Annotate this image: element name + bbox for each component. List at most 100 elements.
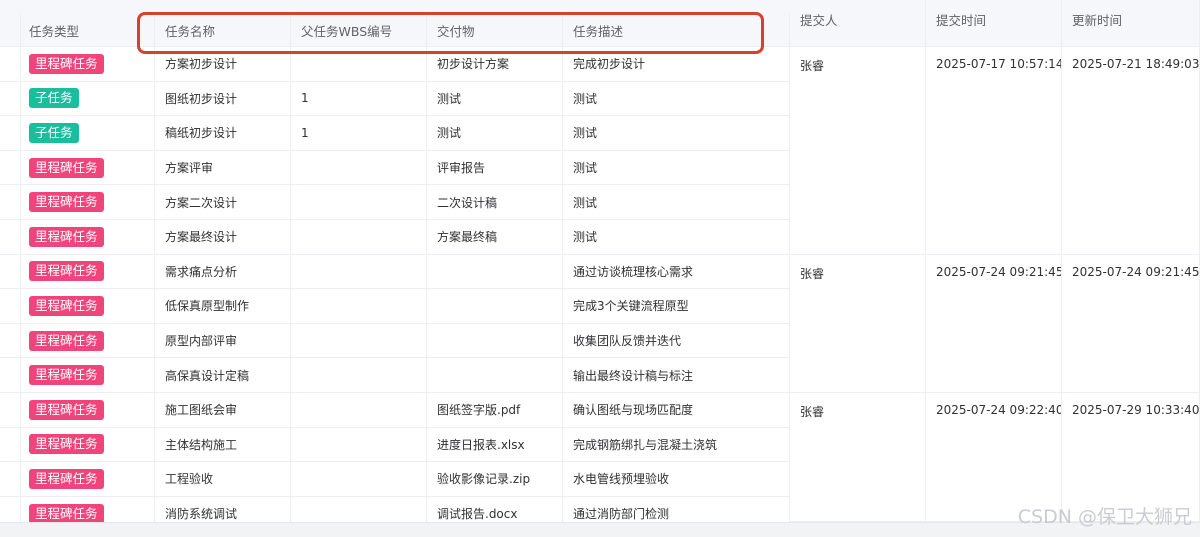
cell-type: 里程碑任务	[19, 254, 155, 290]
cell-deliverable-text: 测试	[437, 126, 462, 141]
group-update-time-text: 2025-07-24 09:21:45	[1072, 264, 1200, 279]
cell-desc: 确认图纸与现场匹配度	[563, 393, 790, 428]
cell-desc: 测试	[563, 185, 790, 220]
group-submit-time-text: 2025-07-24 09:22:40	[936, 403, 1062, 417]
cell-deliverable-text: 二次设计稿	[437, 195, 498, 210]
cell-name-text: 图纸初步设计	[165, 91, 238, 106]
cell-deliverable: 进度日报表.xlsx	[427, 427, 563, 463]
milestone-tag: 里程碑任务	[29, 468, 104, 489]
cell-type: 里程碑任务	[19, 323, 155, 359]
milestone-tag: 里程碑任务	[29, 226, 104, 247]
cell-deliverable-text: 图纸签字版.pdf	[437, 403, 521, 418]
cell-deliverable-text: 进度日报表.xlsx	[437, 437, 525, 452]
cell-desc: 通过访谈梳理核心需求	[563, 254, 790, 290]
cell-idx	[0, 358, 21, 393]
header-parent-wbs[interactable]: 父任务WBS编号	[291, 14, 427, 47]
cell-idx	[0, 427, 21, 463]
cell-parent-wbs-text: 1	[301, 91, 309, 106]
cell-desc: 水电管线预埋验收	[563, 462, 790, 497]
cell-idx	[0, 81, 21, 117]
milestone-tag: 里程碑任务	[29, 157, 104, 178]
cell-deliverable: 图纸签字版.pdf	[427, 393, 563, 428]
cell-desc-text: 通过消防部门检测	[573, 507, 670, 522]
cell-type: 里程碑任务	[19, 427, 155, 463]
cell-desc-text: 测试	[573, 230, 598, 245]
cell-deliverable-text: 初步设计方案	[437, 57, 510, 72]
header-submit-time[interactable]: 提交时间	[926, 0, 1062, 47]
cell-deliverable: 二次设计稿	[427, 185, 563, 220]
cell-name-text: 原型内部评审	[165, 334, 238, 349]
watermark: CSDN @保卫大狮兄	[1017, 506, 1192, 528]
cell-idx	[0, 462, 21, 497]
cell-desc-text: 确认图纸与现场匹配度	[573, 403, 694, 418]
cell-desc-text: 测试	[573, 126, 598, 141]
header-name[interactable]: 任务名称	[155, 14, 291, 47]
header-update-time[interactable]: 更新时间	[1062, 0, 1200, 47]
cell-parent-wbs	[291, 393, 427, 428]
cell-name-text: 方案初步设计	[165, 57, 238, 72]
milestone-tag: 里程碑任务	[29, 365, 104, 386]
group-submit-time-text: 2025-07-17 10:57:14	[936, 57, 1062, 71]
subtask-tag: 子任务	[29, 88, 79, 109]
group-submitter-text: 张睿	[800, 59, 825, 73]
group-update-time-text: 2025-07-29 10:33:40	[1072, 403, 1200, 417]
header-submitter[interactable]: 提交人	[790, 0, 926, 47]
cell-name-text: 施工图纸会审	[165, 403, 238, 418]
group-cell-update-time: 2025-07-24 09:21:45	[1062, 254, 1200, 393]
cell-deliverable: 测试	[427, 81, 563, 117]
cell-parent-wbs	[291, 289, 427, 324]
cell-type: 子任务	[19, 81, 155, 117]
cell-parent-wbs	[291, 462, 427, 497]
cell-desc-text: 测试	[573, 195, 598, 210]
cell-desc-text: 通过访谈梳理核心需求	[573, 264, 694, 279]
cell-idx	[0, 323, 21, 359]
milestone-tag: 里程碑任务	[29, 53, 104, 74]
cell-desc: 完成钢筋绑扎与混凝土浇筑	[563, 427, 790, 463]
milestone-tag: 里程碑任务	[29, 295, 104, 316]
cell-idx	[0, 185, 21, 220]
header-update-time-label: 更新时间	[1072, 13, 1123, 28]
group-cell-submitter: 张睿	[790, 47, 926, 255]
cell-name: 方案初步设计	[155, 47, 291, 82]
cell-desc: 输出最终设计稿与标注	[563, 358, 790, 393]
cell-idx	[0, 393, 21, 428]
header-cell-index	[0, 14, 21, 47]
milestone-tag: 里程碑任务	[29, 399, 104, 420]
header-type[interactable]: 任务类型	[19, 14, 155, 47]
cell-type: 子任务	[19, 116, 155, 151]
cell-deliverable	[427, 358, 563, 393]
cell-deliverable: 测试	[427, 116, 563, 151]
cell-parent-wbs	[291, 150, 427, 186]
header-strip	[0, 0, 790, 14]
cell-deliverable	[427, 289, 563, 324]
cell-idx	[0, 150, 21, 186]
header-name-label: 任务名称	[165, 23, 216, 39]
header-deliverable[interactable]: 交付物	[427, 14, 563, 47]
cell-desc: 测试	[563, 150, 790, 186]
cell-desc-text: 收集团队反馈并迭代	[573, 334, 682, 349]
cell-idx	[0, 116, 21, 151]
cell-deliverable-text: 调试报告.docx	[437, 507, 518, 522]
cell-parent-wbs	[291, 185, 427, 220]
cell-name: 施工图纸会审	[155, 393, 291, 428]
cell-desc-text: 测试	[573, 161, 598, 176]
cell-desc-text: 完成钢筋绑扎与混凝土浇筑	[573, 437, 718, 452]
cell-deliverable-text: 方案最终稿	[437, 230, 498, 245]
cell-parent-wbs: 1	[291, 81, 427, 117]
cell-desc: 收集团队反馈并迭代	[563, 323, 790, 359]
group-submit-time-text: 2025-07-24 09:21:45	[936, 264, 1062, 279]
header-desc[interactable]: 任务描述	[563, 14, 790, 47]
cell-deliverable: 方案最终稿	[427, 220, 563, 255]
header-submitter-label: 提交人	[800, 13, 838, 28]
header-submit-time-label: 提交时间	[936, 13, 987, 28]
cell-name-text: 消防系统调试	[165, 507, 238, 522]
cell-name-text: 稿纸初步设计	[165, 126, 238, 141]
cell-idx	[0, 254, 21, 290]
cell-desc-text: 完成初步设计	[573, 57, 646, 72]
milestone-tag: 里程碑任务	[29, 261, 104, 282]
cell-type: 里程碑任务	[19, 47, 155, 82]
cell-desc: 测试	[563, 81, 790, 117]
group-cell-submitter: 张睿	[790, 393, 926, 522]
cell-deliverable: 验收影像记录.zip	[427, 462, 563, 497]
cell-parent-wbs	[291, 427, 427, 463]
